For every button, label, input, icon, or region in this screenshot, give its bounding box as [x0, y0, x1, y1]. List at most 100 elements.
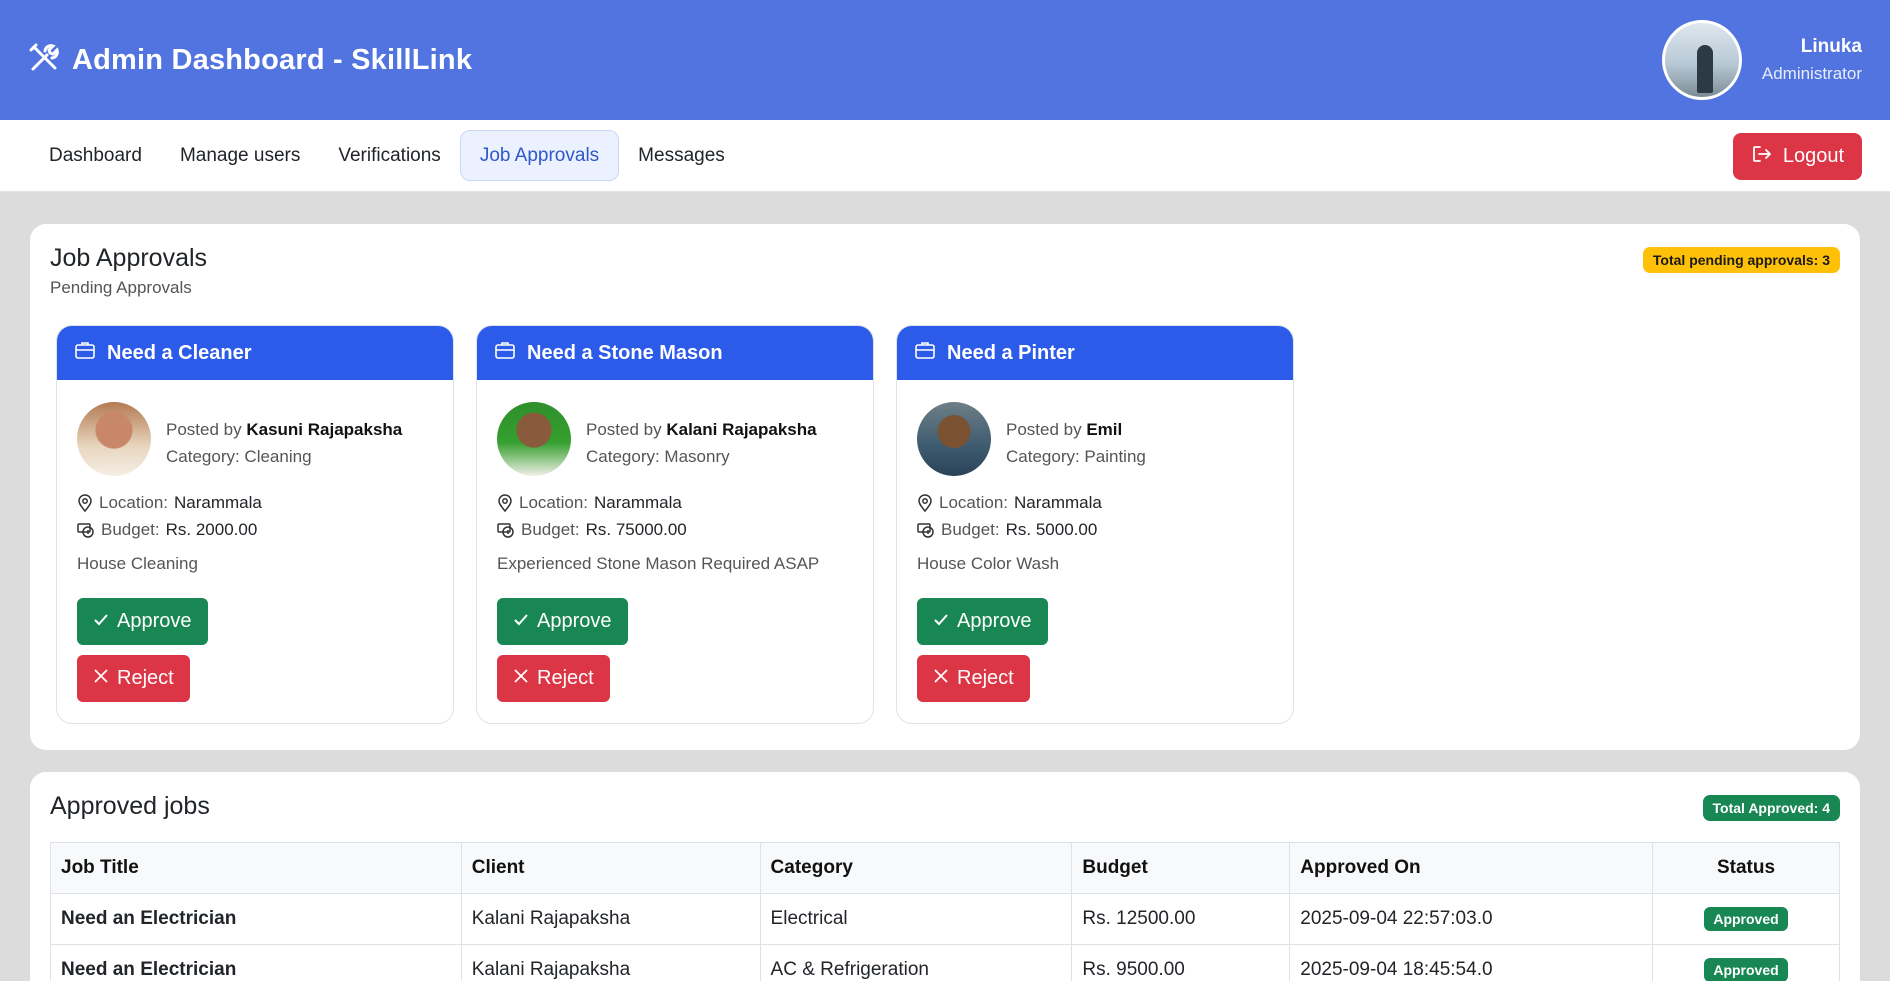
nav-job-approvals[interactable]: Job Approvals: [459, 130, 620, 181]
cash-icon: [917, 523, 934, 538]
table-header-row: Job Title Client Category Budget Approve…: [50, 842, 1840, 894]
job-location: Location: Narammala: [77, 493, 262, 513]
poster-name: Emil: [1086, 420, 1123, 439]
col-approved-on[interactable]: Approved On: [1289, 842, 1654, 894]
col-budget[interactable]: Budget: [1071, 842, 1291, 894]
cell-category: AC & Refrigeration: [759, 944, 1073, 981]
cell-job-title: Need an Electrician: [50, 944, 462, 981]
user-name: Linuka: [1800, 36, 1862, 57]
col-job-title[interactable]: Job Title: [50, 842, 462, 894]
briefcase-icon: [75, 341, 95, 365]
logout-icon: [1751, 143, 1773, 171]
poster-info: Posted by Kalani Rajapaksha Category: Ma…: [586, 416, 817, 470]
cell-status: Approved: [1652, 893, 1840, 945]
section-subtitle: Pending Approvals: [50, 278, 192, 297]
col-status[interactable]: Status: [1652, 842, 1840, 894]
poster-avatar: [497, 402, 571, 476]
nav-bar: Dashboard Manage users Verifications Job…: [0, 120, 1890, 192]
job-description: House Color Wash: [917, 554, 1060, 573]
poster-avatar: [917, 402, 991, 476]
job-card: Need a Pinter Posted by Emil Category: P…: [896, 325, 1294, 724]
approve-button[interactable]: Approve: [497, 598, 628, 645]
approved-count-badge: Total Approved: 4: [1702, 795, 1840, 821]
cell-status: Approved: [1652, 944, 1840, 981]
close-icon: [93, 667, 109, 690]
section-title: Approved jobs: [50, 792, 210, 820]
cell-approved-on: 2025-09-04 22:57:03.0: [1289, 893, 1654, 945]
close-icon: [933, 667, 949, 690]
nav-dashboard[interactable]: Dashboard: [30, 130, 161, 181]
location-pin-icon: [498, 494, 512, 512]
check-icon: [93, 610, 109, 633]
status-badge: Approved: [1704, 907, 1788, 931]
check-icon: [513, 610, 529, 633]
cash-icon: [497, 523, 514, 538]
nav-messages[interactable]: Messages: [619, 130, 744, 181]
pending-approvals-panel: Job Approvals Pending Approvals Total pe…: [30, 224, 1860, 750]
avatar[interactable]: [1661, 20, 1742, 100]
section-title: Job Approvals: [50, 244, 208, 272]
status-badge: Approved: [1704, 958, 1788, 981]
posted-by-prefix: Posted by: [166, 420, 242, 439]
poster-avatar: [77, 402, 151, 476]
cell-budget: Rs. 9500.00: [1071, 944, 1291, 981]
cell-budget: Rs. 12500.00: [1071, 893, 1291, 945]
tools-icon: [28, 42, 60, 79]
job-budget: Budget: Rs. 75000.00: [497, 520, 687, 540]
top-header: Admin Dashboard - SkillLink Linuka Admin…: [0, 0, 1890, 120]
cell-client: Kalani Rajapaksha: [460, 944, 761, 981]
job-category: Category: Masonry: [586, 447, 730, 466]
job-card: Need a Cleaner Posted by Kasuni Rajapaks…: [56, 325, 454, 724]
job-location: Location: Narammala: [917, 493, 1102, 513]
posted-by-prefix: Posted by: [586, 420, 662, 439]
cash-icon: [77, 523, 94, 538]
job-description: Experienced Stone Mason Required ASAP: [497, 554, 820, 573]
job-title: Need a Pinter: [947, 341, 1075, 364]
user-profile[interactable]: Linuka Administrator: [1661, 20, 1862, 100]
job-card-header: Need a Pinter: [897, 326, 1293, 380]
briefcase-icon: [495, 341, 515, 365]
job-title: Need a Cleaner: [107, 341, 252, 364]
logout-button[interactable]: Logout: [1732, 133, 1862, 180]
check-icon: [933, 610, 949, 633]
reject-button[interactable]: Reject: [497, 655, 610, 702]
reject-button[interactable]: Reject: [77, 655, 190, 702]
job-card-header: Need a Cleaner: [57, 326, 453, 380]
job-card-header: Need a Stone Mason: [477, 326, 873, 380]
app-title: Admin Dashboard - SkillLink: [72, 44, 473, 76]
cell-client: Kalani Rajapaksha: [460, 893, 761, 945]
user-role: Administrator: [1761, 64, 1862, 83]
job-budget: Budget: Rs. 2000.00: [77, 520, 257, 540]
poster-info: Posted by Kasuni Rajapaksha Category: Cl…: [166, 416, 402, 470]
table-row[interactable]: Need an Electrician Kalani Rajapaksha AC…: [50, 944, 1840, 981]
approved-jobs-panel: Approved jobs Total Approved: 4 Job Titl…: [30, 772, 1860, 981]
pending-count-badge: Total pending approvals: 3: [1642, 247, 1840, 273]
col-category[interactable]: Category: [759, 842, 1073, 894]
location-pin-icon: [78, 494, 92, 512]
job-title: Need a Stone Mason: [527, 341, 723, 364]
cell-job-title: Need an Electrician: [50, 893, 462, 945]
poster-name: Kasuni Rajapaksha: [246, 420, 403, 439]
brand: Admin Dashboard - SkillLink: [28, 42, 472, 79]
reject-button[interactable]: Reject: [917, 655, 1030, 702]
poster-name: Kalani Rajapaksha: [666, 420, 817, 439]
job-budget: Budget: Rs. 5000.00: [917, 520, 1097, 540]
approve-button[interactable]: Approve: [917, 598, 1048, 645]
close-icon: [513, 667, 529, 690]
logout-label: Logout: [1782, 145, 1844, 167]
nav-manage-users[interactable]: Manage users: [161, 130, 319, 181]
table-row[interactable]: Need an Electrician Kalani Rajapaksha El…: [50, 893, 1840, 945]
briefcase-icon: [915, 341, 935, 365]
approve-button[interactable]: Approve: [77, 598, 208, 645]
job-description: House Cleaning: [77, 554, 198, 573]
job-card: Need a Stone Mason Posted by Kalani Raja…: [476, 325, 874, 724]
poster-info: Posted by Emil Category: Painting: [1006, 416, 1146, 470]
nav-verifications[interactable]: Verifications: [319, 130, 459, 181]
cell-category: Electrical: [759, 893, 1073, 945]
job-category: Category: Painting: [1006, 447, 1146, 466]
job-location: Location: Narammala: [497, 493, 682, 513]
posted-by-prefix: Posted by: [1006, 420, 1082, 439]
job-category: Category: Cleaning: [166, 447, 312, 466]
col-client[interactable]: Client: [460, 842, 761, 894]
cell-approved-on: 2025-09-04 18:45:54.0: [1289, 944, 1654, 981]
